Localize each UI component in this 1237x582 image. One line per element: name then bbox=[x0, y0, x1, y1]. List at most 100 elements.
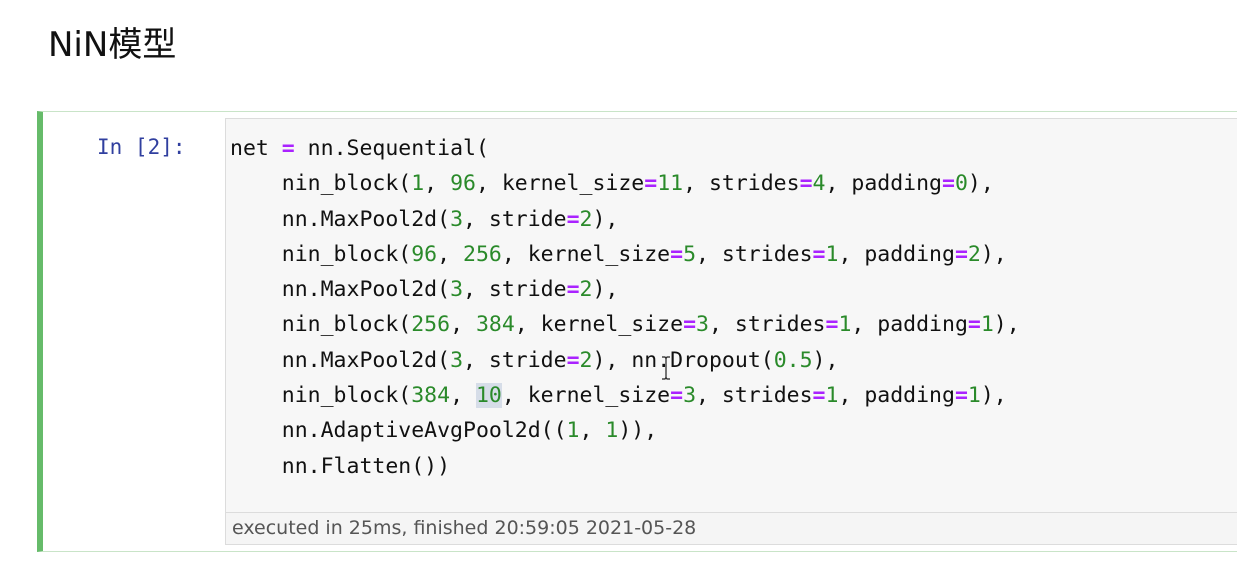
code-operator: = bbox=[670, 241, 684, 267]
code-token: , padding bbox=[838, 383, 955, 409]
code-operator: = bbox=[954, 241, 968, 267]
code-number: 1 bbox=[980, 312, 994, 338]
code-token: nn.Flatten()) bbox=[230, 453, 451, 479]
execution-info-text: executed in 25ms, finished 20:59:05 2021… bbox=[232, 517, 697, 539]
code-token: nin_block( bbox=[230, 383, 412, 409]
code-token: , stride bbox=[463, 277, 567, 303]
code-number: 256 bbox=[411, 312, 451, 338]
text-cursor-icon bbox=[662, 356, 670, 380]
code-token: , strides bbox=[696, 383, 813, 409]
code-number: 5 bbox=[683, 241, 697, 267]
code-number: 1 bbox=[566, 418, 580, 444]
code-token: nin_block( bbox=[230, 241, 412, 267]
code-operator: = bbox=[670, 383, 684, 409]
code-token: nin_block( bbox=[230, 171, 412, 197]
code-line[interactable]: nn.MaxPool2d(3, stride=2), nn.Dropout(0.… bbox=[230, 343, 1020, 378]
code-token: )), bbox=[618, 418, 658, 444]
code-number-selected: 10 bbox=[475, 383, 502, 409]
code-token: , kernel_size bbox=[514, 312, 684, 338]
code-number: 1 bbox=[825, 241, 839, 267]
code-token: ), nn.Dropout( bbox=[592, 347, 774, 373]
code-token: , kernel_size bbox=[501, 383, 671, 409]
code-token: nn.Sequential( bbox=[294, 136, 489, 161]
code-token: nn.MaxPool2d( bbox=[230, 206, 451, 232]
code-token: , stride bbox=[463, 206, 567, 232]
code-token: , bbox=[437, 241, 463, 267]
code-number: 1 bbox=[838, 312, 852, 338]
code-line[interactable]: nin_block(384, 10, kernel_size=3, stride… bbox=[230, 378, 1020, 413]
code-token: , strides bbox=[683, 171, 800, 197]
code-line[interactable]: nn.AdaptiveAvgPool2d((1, 1)), bbox=[230, 413, 1020, 448]
code-operator: = bbox=[799, 171, 813, 197]
code-operator: = bbox=[281, 136, 295, 161]
code-token: nin_block( bbox=[230, 312, 412, 338]
code-token: , kernel_size bbox=[475, 171, 645, 197]
code-token: , bbox=[424, 171, 451, 197]
code-token: nn.MaxPool2d( bbox=[230, 277, 451, 303]
code-number: 1 bbox=[967, 383, 981, 409]
code-operator: = bbox=[954, 383, 968, 409]
code-number: 1 bbox=[605, 418, 619, 444]
code-operator: = bbox=[566, 206, 580, 232]
code-token: ), bbox=[993, 312, 1020, 338]
code-token: net bbox=[230, 136, 282, 161]
code-number: 2 bbox=[579, 277, 593, 303]
code-line[interactable]: nin_block(96, 256, kernel_size=5, stride… bbox=[230, 237, 1020, 272]
code-token: , bbox=[450, 312, 476, 338]
code-token: nn.AdaptiveAvgPool2d(( bbox=[230, 418, 567, 444]
code-number: 0 bbox=[954, 171, 968, 197]
code-operator: = bbox=[812, 383, 826, 409]
code-number: 1 bbox=[825, 383, 839, 409]
code-operator: = bbox=[644, 171, 658, 197]
code-block[interactable]: net = nn.Sequential( nin_block(1, 96, ke… bbox=[230, 131, 1020, 484]
code-number: 2 bbox=[579, 347, 593, 373]
code-number: 384 bbox=[411, 383, 451, 409]
code-token: , kernel_size bbox=[501, 241, 671, 267]
code-number: 3 bbox=[696, 312, 709, 338]
code-token: , padding bbox=[838, 241, 955, 267]
code-token: , strides bbox=[696, 241, 813, 267]
code-token: , bbox=[579, 418, 606, 444]
code-number: 3 bbox=[450, 277, 464, 303]
code-number: 2 bbox=[967, 241, 981, 267]
code-number: 3 bbox=[683, 383, 697, 409]
code-operator: = bbox=[825, 312, 839, 338]
code-operator: = bbox=[967, 312, 981, 338]
code-token: , stride bbox=[463, 347, 567, 373]
code-token: , padding bbox=[851, 312, 968, 338]
code-line[interactable]: nn.MaxPool2d(3, stride=2), bbox=[230, 272, 1020, 307]
code-number: 96 bbox=[450, 171, 476, 197]
code-token: , padding bbox=[825, 171, 942, 197]
code-operator: = bbox=[566, 277, 580, 303]
code-number: 256 bbox=[463, 241, 502, 267]
code-number: 96 bbox=[411, 241, 438, 267]
code-token: ), bbox=[980, 383, 1007, 409]
code-token: ), bbox=[967, 171, 994, 197]
code-line[interactable]: nin_block(1, 96, kernel_size=11, strides… bbox=[230, 166, 1020, 201]
notebook-heading: NiN模型 bbox=[48, 25, 177, 65]
code-operator: = bbox=[683, 312, 697, 338]
code-number: 1 bbox=[411, 171, 425, 197]
code-operator: = bbox=[941, 171, 955, 197]
code-line[interactable]: nin_block(256, 384, kernel_size=3, strid… bbox=[230, 307, 1020, 342]
code-number: 3 bbox=[450, 206, 464, 232]
code-token: nn.MaxPool2d( bbox=[230, 347, 451, 373]
code-number: 11 bbox=[657, 171, 684, 197]
code-token: ), bbox=[980, 241, 1007, 267]
code-token: ), bbox=[592, 206, 619, 232]
input-prompt: In [2]: bbox=[97, 135, 186, 159]
code-number: 2 bbox=[579, 206, 593, 232]
code-number: 0.5 bbox=[773, 347, 813, 373]
code-token: , bbox=[450, 383, 476, 409]
code-line[interactable]: nn.Flatten()) bbox=[230, 449, 1020, 484]
code-operator: = bbox=[812, 241, 826, 267]
code-number: 384 bbox=[475, 312, 515, 338]
code-token: , strides bbox=[708, 312, 826, 338]
code-token: ), bbox=[812, 347, 839, 373]
code-token: ), bbox=[592, 277, 619, 303]
code-operator: = bbox=[566, 347, 580, 373]
code-line[interactable]: nn.MaxPool2d(3, stride=2), bbox=[230, 202, 1020, 237]
code-number: 4 bbox=[812, 171, 826, 197]
code-line[interactable]: net = nn.Sequential( bbox=[230, 131, 1020, 166]
code-number: 3 bbox=[450, 347, 464, 373]
